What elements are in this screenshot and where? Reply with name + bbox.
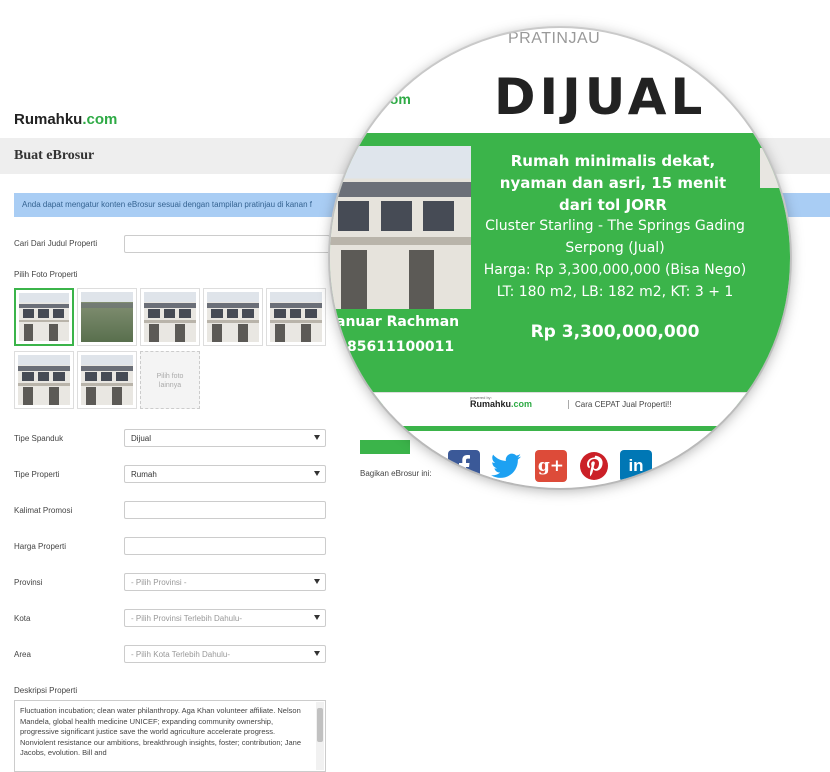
photo-thumbnail-3[interactable] xyxy=(140,288,200,346)
photo-thumbnail-4[interactable] xyxy=(203,288,263,346)
photo-thumbnail-7[interactable] xyxy=(77,351,137,409)
property-type-label: Tipe Properti xyxy=(14,470,60,479)
preview-photo-edge xyxy=(760,148,790,188)
divider xyxy=(360,426,790,431)
preview-magnifier: PRATINJAU com DIJUAL Rumah minimalis dek… xyxy=(330,28,790,488)
description-text: Fluctuation incubation; clean water phil… xyxy=(20,706,301,757)
rumahku-logo[interactable]: Rumahku.com xyxy=(14,111,117,128)
house-photo xyxy=(81,292,133,342)
scrollbar[interactable] xyxy=(316,702,324,770)
property-type-select[interactable]: Rumah xyxy=(124,465,326,483)
preview-price: Rp 3,300,000,000 xyxy=(530,322,700,342)
linkedin-icon[interactable]: in xyxy=(620,450,652,482)
area-label: Area xyxy=(14,650,31,659)
search-label: Cari Dari Judul Properti xyxy=(14,239,98,248)
preview-headline: Rumah minimalis dekat, nyaman dan asri, … xyxy=(499,152,727,214)
province-value: - Pilih Provinsi - xyxy=(131,578,187,587)
preview-footer: powered by: Rumahku.com Cara CEPAT Jual … xyxy=(360,392,790,414)
city-label: Kota xyxy=(14,614,31,623)
house-photo xyxy=(207,292,259,342)
search-property-input[interactable] xyxy=(124,235,330,253)
description-label: Deskripsi Properti xyxy=(14,686,78,695)
footer-logo: Rumahku.com xyxy=(470,399,533,409)
page-title: Buat eBrosur xyxy=(14,148,95,163)
area-select[interactable]: - Pilih Kota Terlebih Dahulu- xyxy=(124,645,326,663)
chevron-down-icon xyxy=(314,651,320,656)
house-photo xyxy=(81,355,133,405)
pinterest-icon[interactable] xyxy=(578,450,610,482)
banner-type-select[interactable]: Dijual xyxy=(124,429,326,447)
preview-size-line: LT: 180 m2, LB: 182 m2, KT: 3 + 1 xyxy=(496,284,734,300)
preview-listing: Cluster Starling - The Springs Gading Se… xyxy=(485,218,745,256)
chevron-down-icon xyxy=(314,579,320,584)
choose-other-photo-label: Pilih foto lainnya xyxy=(156,373,184,389)
province-label: Provinsi xyxy=(14,578,43,587)
photo-thumbnail-5[interactable] xyxy=(266,288,326,346)
price-input[interactable] xyxy=(124,537,326,555)
footer-tagline: Cara CEPAT Jual Properti!! xyxy=(568,400,671,409)
house-photo xyxy=(270,292,322,342)
photo-thumbnail-1[interactable] xyxy=(14,288,74,346)
choose-other-photo-button[interactable]: Pilih foto lainnya xyxy=(140,351,200,409)
description-textarea[interactable]: Fluctuation incubation; clean water phil… xyxy=(14,700,326,772)
preview-heading: PRATINJAU xyxy=(508,30,601,47)
house-photo xyxy=(144,292,196,342)
province-select[interactable]: - Pilih Provinsi - xyxy=(124,573,326,591)
preview-banner: DIJUAL xyxy=(494,68,707,126)
area-value: - Pilih Kota Terlebih Dahulu- xyxy=(131,650,231,659)
price-label: Harga Properti xyxy=(14,542,67,551)
house-photo xyxy=(19,293,69,341)
facebook-icon[interactable] xyxy=(448,450,480,482)
photo-thumbnail-6[interactable] xyxy=(14,351,74,409)
preview-details: Cluster Starling - The Springs Gading Se… xyxy=(480,215,750,303)
twitter-icon[interactable] xyxy=(490,450,522,482)
promo-label: Kalimat Promosi xyxy=(14,506,73,515)
info-alert-text: Anda dapat mengatur konten eBrosur sesua… xyxy=(22,200,312,209)
preview-agent-phone: 85611100011 xyxy=(347,339,455,355)
house-photo xyxy=(330,146,471,309)
google-plus-icon[interactable]: g+ xyxy=(535,450,567,482)
promo-input[interactable] xyxy=(124,501,326,519)
preview-agent-name: anuar Rachman xyxy=(336,314,460,330)
city-value: - Pilih Provinsi Terlebih Dahulu- xyxy=(131,614,243,623)
property-type-value: Rumah xyxy=(131,470,157,479)
house-photo xyxy=(18,355,70,405)
city-select[interactable]: - Pilih Provinsi Terlebih Dahulu- xyxy=(124,609,326,627)
chevron-down-icon xyxy=(314,435,320,440)
preview-price-line: Harga: Rp 3,300,000,000 (Bisa Nego) xyxy=(483,262,747,278)
banner-type-value: Dijual xyxy=(131,434,152,443)
banner-type-label: Tipe Spanduk xyxy=(14,434,64,443)
preview-logo-fragment: com xyxy=(382,91,411,107)
chevron-down-icon xyxy=(314,471,320,476)
photo-label: Pilih Foto Properti xyxy=(14,270,78,279)
photo-thumbnail-2[interactable] xyxy=(77,288,137,346)
chevron-down-icon xyxy=(314,615,320,620)
preview-photo xyxy=(330,146,471,309)
